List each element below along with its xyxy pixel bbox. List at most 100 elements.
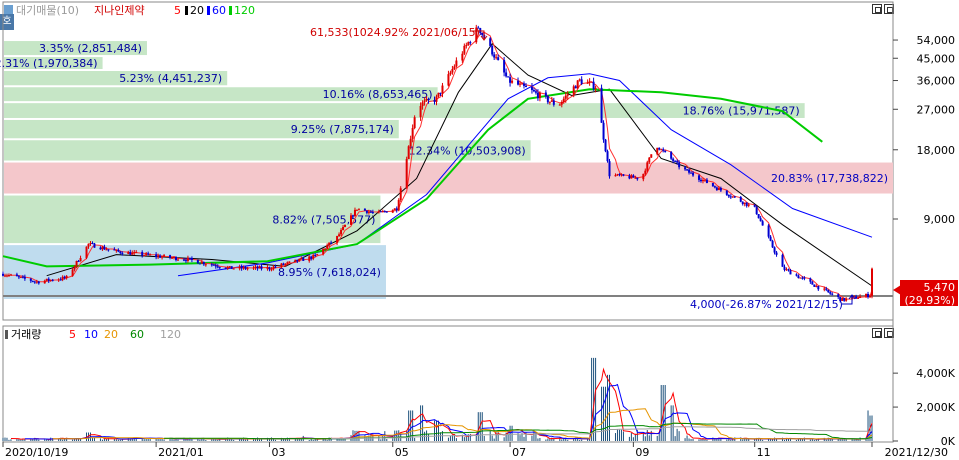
volume-legend-icon [5, 330, 8, 339]
candle-body [240, 266, 243, 269]
candle-body [813, 284, 816, 287]
candle-body [133, 252, 136, 254]
candle-body [497, 57, 500, 61]
candle-body [198, 263, 201, 265]
candle-body [383, 211, 386, 213]
candle-body [171, 257, 174, 259]
candle-body [200, 261, 203, 264]
candle-body [455, 60, 458, 67]
candle-body [9, 274, 12, 276]
candle-body [469, 42, 472, 44]
candle-body [202, 261, 205, 265]
candle-body [650, 154, 653, 158]
candle-body [284, 263, 287, 265]
candle-body [353, 209, 356, 216]
candle-body [342, 226, 345, 231]
candle-body [564, 95, 567, 99]
candle-body [99, 247, 102, 250]
candle-body [713, 186, 716, 188]
candle-body [481, 32, 484, 35]
candle-body [670, 152, 673, 159]
candle-body [606, 151, 609, 162]
candle-body [548, 101, 551, 103]
price-tick-label: 18,000 [917, 144, 956, 157]
candle-body [242, 266, 245, 269]
date-tick-label: 09 [635, 446, 649, 459]
candle-body [608, 161, 611, 177]
candle-body [204, 264, 207, 266]
candle-body [21, 276, 24, 278]
candle-body [216, 266, 219, 268]
candle-body [63, 276, 66, 278]
candle-body [351, 215, 354, 217]
candle-body [799, 277, 802, 279]
candle-body [340, 230, 343, 235]
candle-body [244, 266, 247, 269]
candle-body [600, 87, 603, 123]
candle-body [226, 267, 229, 269]
candle-body [395, 208, 398, 211]
legend-ma120: 120 [234, 4, 255, 17]
candle-body [725, 190, 728, 195]
candle-body [590, 81, 593, 83]
candle-body [260, 266, 263, 269]
volume-legend-ma20: 20 [104, 328, 118, 341]
candle-body [393, 208, 396, 211]
candle-body [843, 298, 846, 301]
legend-stock-name: 지나인제약 [94, 3, 145, 17]
chart-svg: 3.35% (2,851,484) 2.31% (1,970,384) 5.23% … [0, 1, 958, 459]
candle-body [829, 292, 832, 294]
candle-body [602, 122, 605, 140]
candle-body [31, 280, 34, 282]
candle-body [59, 279, 62, 281]
candle-body [405, 159, 408, 189]
volume-ma-line-5 [10, 367, 873, 441]
candle-body [336, 236, 339, 243]
candle-body [105, 249, 108, 251]
candle-body [266, 267, 269, 269]
candle-body [344, 224, 347, 227]
low-price-label: 4,000(-26.87% 2021/12/15) [690, 298, 843, 311]
volume-tick-label: 2,000K [916, 401, 955, 414]
candle-body [855, 296, 858, 299]
legend-prefix: 대기매물(10) [16, 4, 79, 17]
candle-body [701, 180, 704, 182]
volume-axis: 4,000K2,000K0K [893, 367, 956, 448]
candle-body [365, 210, 368, 213]
candle-body [328, 242, 331, 246]
candle-body [280, 263, 283, 267]
candle-body [399, 188, 402, 201]
candle-body [857, 297, 860, 299]
candle-body [157, 255, 160, 257]
candle-body [230, 266, 233, 269]
candle-body [270, 269, 273, 271]
candle-body [489, 38, 492, 46]
candle-body [495, 57, 498, 59]
volume-legend-ma60: 60 [130, 328, 144, 341]
candle-body [407, 146, 410, 160]
current-price-change: (29.93%) [904, 294, 955, 307]
candle-body [119, 251, 122, 254]
candle-body [697, 175, 700, 180]
date-tick-label: 05 [395, 446, 409, 459]
candle-body [817, 285, 820, 290]
candle-body [101, 246, 104, 250]
candle-body [246, 268, 249, 270]
candle-body [155, 254, 158, 257]
candle-body [87, 243, 90, 247]
chart-toggle-icon[interactable] [4, 5, 13, 14]
candle-body [785, 269, 788, 271]
candle-body [775, 252, 778, 255]
candle-body [371, 212, 374, 214]
volume-profile-label: 9.25% (7,875,174) [291, 123, 394, 136]
candle-body [646, 162, 649, 171]
volume-legend-ma120: 120 [160, 328, 181, 341]
candle-body [43, 280, 46, 284]
candle-body [519, 83, 522, 85]
candle-body [33, 281, 36, 283]
candle-body [238, 266, 241, 269]
candle-body [210, 264, 213, 266]
candle-body [75, 260, 78, 267]
candle-body [546, 96, 549, 103]
candle-body [51, 279, 54, 281]
